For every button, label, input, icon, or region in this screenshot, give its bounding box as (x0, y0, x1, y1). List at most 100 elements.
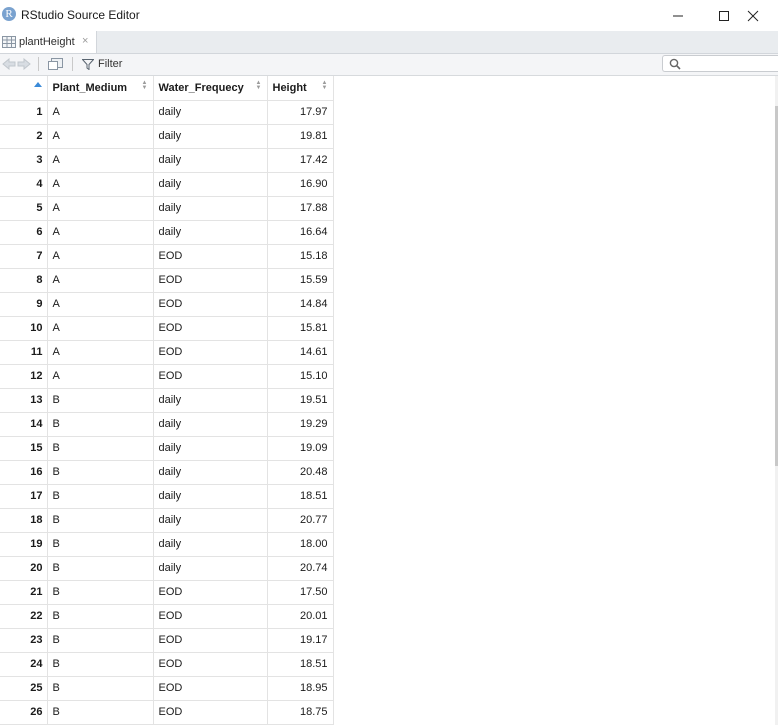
row-number: 26 (0, 700, 48, 725)
table-row[interactable]: 23 B EOD 19.17 (0, 628, 334, 653)
row-number: 6 (0, 220, 48, 245)
cell-plant-medium: A (47, 124, 154, 149)
row-number: 4 (0, 172, 48, 197)
maximize-button[interactable] (701, 0, 747, 31)
row-number: 12 (0, 364, 48, 389)
tab-bar: plantHeight × (0, 31, 778, 54)
cell-water-frequecy: EOD (153, 604, 268, 629)
table-row[interactable]: 3 Adaily 17.42 (0, 148, 334, 173)
sort-toggle-icon: ▲ ▼ (255, 80, 262, 91)
table-row[interactable]: 1 Adaily 17.97 (0, 100, 334, 125)
cell-water-frequecy: daily (153, 484, 268, 509)
row-number: 11 (0, 340, 48, 365)
row-number: 15 (0, 436, 48, 461)
table-row[interactable]: 15 Bdaily 19.09 (0, 436, 334, 461)
search-icon (669, 58, 681, 70)
row-number: 7 (0, 244, 48, 269)
table-row[interactable]: 13 Bdaily 19.51 (0, 388, 334, 413)
table-row[interactable]: 14 Bdaily 19.29 (0, 412, 334, 437)
cell-plant-medium: A (47, 292, 154, 317)
close-icon (747, 10, 759, 22)
column-header-height[interactable]: Height ▲ ▼ (267, 76, 334, 101)
maximize-icon (719, 11, 729, 21)
cell-water-frequecy: EOD (153, 244, 268, 269)
cell-height: 18.51 (267, 484, 334, 509)
row-number: 23 (0, 628, 48, 653)
table-row[interactable]: 2 Adaily 19.81 (0, 124, 334, 149)
data-table-icon (2, 36, 16, 48)
table-row[interactable]: 6 Adaily 16.64 (0, 220, 334, 245)
table-row[interactable]: 5 Adaily 17.88 (0, 196, 334, 221)
table-row[interactable]: 19 Bdaily 18.00 (0, 532, 334, 557)
close-window-button[interactable] (747, 0, 778, 31)
column-header-water-frequecy[interactable]: Water_Frequecy ▲ ▼ (153, 76, 268, 101)
cell-water-frequecy: daily (153, 124, 268, 149)
cell-plant-medium: B (47, 580, 154, 605)
cell-water-frequecy: EOD (153, 340, 268, 365)
window-title: RStudio Source Editor (21, 8, 140, 22)
cell-water-frequecy: daily (153, 220, 268, 245)
cell-height: 18.51 (267, 652, 334, 677)
row-number: 25 (0, 676, 48, 701)
forward-arrow-icon[interactable] (17, 58, 31, 70)
table-row[interactable]: 21 B EOD 17.50 (0, 580, 334, 605)
cell-plant-medium: B (47, 484, 154, 509)
table-row[interactable]: 20 Bdaily 20.74 (0, 556, 334, 581)
table-row[interactable]: 8 A EOD 15.59 (0, 268, 334, 293)
table-row[interactable]: 16 Bdaily 20.48 (0, 460, 334, 485)
minimize-button[interactable] (655, 0, 701, 31)
cell-plant-medium: B (47, 436, 154, 461)
table-row[interactable]: 11 A EOD 14.61 (0, 340, 334, 365)
cell-plant-medium: A (47, 268, 154, 293)
row-number-header[interactable] (0, 76, 48, 101)
column-header-plant-medium[interactable]: Plant_Medium ▲ ▼ (47, 76, 154, 101)
tab-close-button[interactable]: × (82, 35, 88, 47)
cell-height: 15.59 (267, 268, 334, 293)
data-table: Plant_Medium ▲ ▼ Water_Frequecy ▲ ▼ Height… (0, 76, 334, 725)
header-row: Plant_Medium ▲ ▼ Water_Frequecy ▲ ▼ Height… (0, 76, 334, 101)
table-row[interactable]: 22 B EOD 20.01 (0, 604, 334, 629)
show-in-new-window-icon[interactable] (48, 58, 64, 70)
row-number: 24 (0, 652, 48, 677)
cell-height: 18.75 (267, 700, 334, 725)
table-row[interactable]: 10 A EOD 15.81 (0, 316, 334, 341)
cell-height: 19.17 (267, 628, 334, 653)
cell-height: 16.64 (267, 220, 334, 245)
cell-plant-medium: B (47, 700, 154, 725)
cell-height: 16.90 (267, 172, 334, 197)
search-field[interactable] (662, 55, 778, 72)
back-arrow-icon[interactable] (2, 58, 16, 70)
table-row[interactable]: 24 B EOD 18.51 (0, 652, 334, 677)
row-number: 5 (0, 196, 48, 221)
row-number: 22 (0, 604, 48, 629)
table-row[interactable]: 12 A EOD 15.10 (0, 364, 334, 389)
cell-plant-medium: A (47, 316, 154, 341)
search-input[interactable] (685, 57, 775, 70)
table-row[interactable]: 9 A EOD 14.84 (0, 292, 334, 317)
filter-button[interactable]: Filter (98, 58, 122, 70)
row-number: 3 (0, 148, 48, 173)
row-number: 16 (0, 460, 48, 485)
cell-water-frequecy: daily (153, 100, 268, 125)
cell-height: 15.18 (267, 244, 334, 269)
table-row[interactable]: 26 B EOD 18.75 (0, 700, 334, 725)
cell-water-frequecy: EOD (153, 700, 268, 725)
cell-plant-medium: B (47, 652, 154, 677)
cell-plant-medium: A (47, 220, 154, 245)
cell-water-frequecy: EOD (153, 316, 268, 341)
cell-height: 17.50 (267, 580, 334, 605)
table-row[interactable]: 7 A EOD 15.18 (0, 244, 334, 269)
row-number: 19 (0, 532, 48, 557)
cell-water-frequecy: EOD (153, 580, 268, 605)
table-row[interactable]: 4 Adaily 16.90 (0, 172, 334, 197)
cell-plant-medium: A (47, 172, 154, 197)
table-row[interactable]: 18 Bdaily 20.77 (0, 508, 334, 533)
cell-height: 20.01 (267, 604, 334, 629)
cell-height: 17.88 (267, 196, 334, 221)
tab-plantheight[interactable]: plantHeight × (0, 31, 97, 53)
cell-height: 19.09 (267, 436, 334, 461)
table-row[interactable]: 25 B EOD 18.95 (0, 676, 334, 701)
filter-icon[interactable] (82, 59, 94, 70)
table-row[interactable]: 17 Bdaily 18.51 (0, 484, 334, 509)
cell-height: 17.42 (267, 148, 334, 173)
